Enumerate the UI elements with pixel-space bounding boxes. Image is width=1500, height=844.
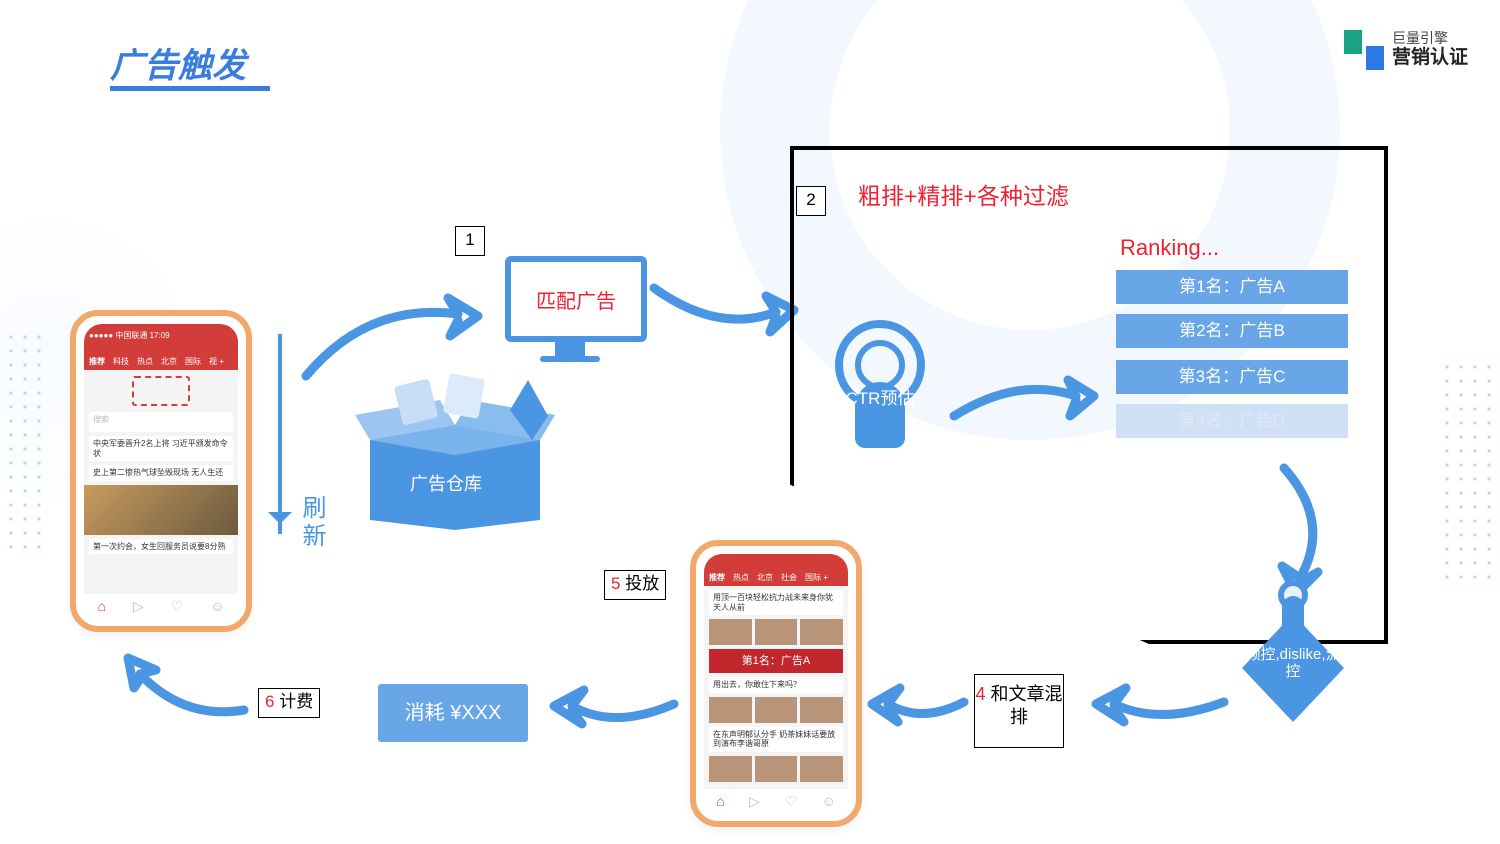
phone2-nav: ⌂ ▷ ♡ ☺	[704, 789, 848, 813]
home-icon: ⌂	[716, 793, 724, 809]
arrow-icon	[548, 680, 680, 736]
step6-box: 6 计费	[258, 688, 320, 718]
home-icon: ⌂	[97, 598, 105, 614]
phone1-tabs: 推荐 科技 热点 北京 国际 视 +	[84, 352, 238, 370]
brand-logo: 巨量引擎 营销认证	[1344, 30, 1468, 70]
phone2-tabs: 推荐 热点 北京 社会 国际 +	[704, 568, 848, 586]
page-title: 广告触发	[110, 38, 246, 87]
phone1-nav: ⌂ ▷ ♡ ☺	[84, 594, 238, 618]
filter-block: 频控,dislike,流控	[1242, 614, 1344, 722]
phone1-story: 中央军委晋升2名上将 习近平颁发命令状	[89, 436, 233, 461]
consume-block: 消耗 ¥XXX	[378, 684, 528, 742]
rank-item: 第3名：广告C	[1116, 360, 1348, 394]
arrow-icon	[1090, 680, 1230, 730]
step4-num: 4	[975, 684, 985, 704]
mix-block: 4 和文章混排	[974, 674, 1064, 748]
phone2-story: 用顶一百块轻松抗力战未来身你犹天人从前	[709, 590, 843, 615]
phone1-search: 搜索	[89, 412, 233, 432]
phone1-story: 第一次约会，女生回服务员说要8分熟	[89, 539, 233, 555]
refresh-arrow-icon	[278, 334, 282, 534]
phone2-story: 在东声明郁认分手 奶茶妹妹话要放到演布李谐哥原	[709, 727, 843, 752]
bg-dots-left	[0, 330, 50, 550]
step2-label: 粗排+精排+各种过滤	[858, 182, 1078, 212]
refresh-label: 刷新	[294, 495, 329, 551]
video-icon: ▷	[133, 598, 144, 615]
heart-icon: ♡	[171, 598, 184, 615]
phone2-ad-banner: 第1名：广告A	[709, 649, 843, 673]
rank-item: 第4名：广告D	[1116, 404, 1348, 438]
ad-warehouse-icon	[350, 370, 560, 530]
phone1-image	[84, 485, 238, 535]
step6-label: 计费	[279, 692, 313, 711]
step5-num: 5	[611, 574, 620, 593]
ranking-title: Ranking...	[1120, 235, 1219, 261]
logo-line1: 巨量引擎	[1392, 30, 1448, 46]
ad-slot-placeholder	[132, 376, 190, 406]
ctr-block: CTR预估	[820, 320, 940, 450]
filter-label: 频控,dislike,流控	[1242, 646, 1344, 681]
rank-item: 第1名：广告A	[1116, 270, 1348, 304]
user-icon: ☺	[210, 598, 224, 614]
arrow-icon	[866, 680, 970, 730]
ctr-label: CTR预估	[820, 390, 940, 409]
warehouse-label: 广告仓库	[410, 470, 482, 496]
step5-box: 5 投放	[604, 570, 666, 600]
step1-label: 匹配广告	[536, 285, 616, 314]
step4-label: 和文章混排	[991, 684, 1063, 727]
arrow-icon	[118, 654, 250, 726]
phone1-status: ●●●●● 中国联通 17:09	[84, 324, 238, 352]
phone2-story: 用出去，你敢住下来吗？	[709, 677, 843, 693]
phone1-story: 史上第二惨热气球坠毁现场 无人生还	[89, 465, 233, 481]
logo-mark-icon	[1344, 30, 1384, 70]
arrow-icon	[648, 274, 798, 344]
bg-dots-right	[1440, 360, 1500, 580]
step2-num: 2	[796, 186, 826, 216]
phone-mock-left: ●●●●● 中国联通 17:09 推荐 科技 热点 北京 国际 视 + 搜索 中…	[70, 310, 252, 632]
logo-text: 巨量引擎 营销认证	[1392, 30, 1468, 70]
step5-label: 投放	[625, 574, 659, 593]
step6-num: 6	[265, 692, 274, 711]
step1-num: 1	[455, 226, 485, 256]
title-underline	[110, 86, 270, 91]
logo-line2: 营销认证	[1392, 47, 1468, 70]
monitor-icon: 匹配广告	[505, 256, 635, 356]
rank-item: 第2名：广告B	[1116, 314, 1348, 348]
phone-mock-right: 推荐 热点 北京 社会 国际 + 用顶一百块轻松抗力战未来身你犹天人从前 第1名…	[690, 540, 862, 827]
